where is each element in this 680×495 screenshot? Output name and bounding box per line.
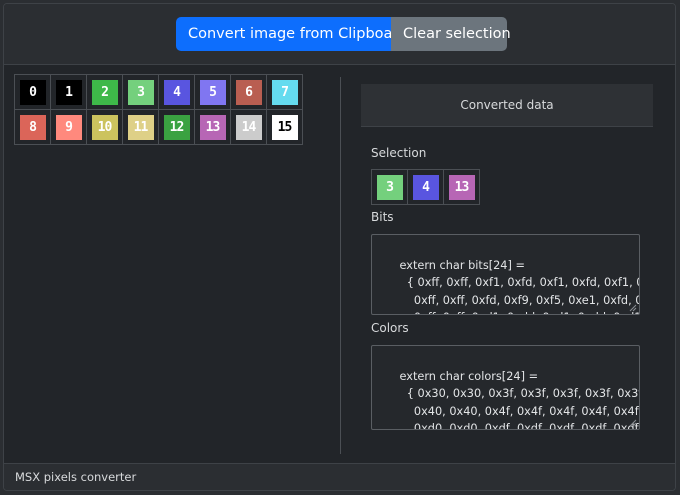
palette-tile-swatch: 6	[235, 79, 262, 105]
palette-tile-swatch: 15	[271, 114, 298, 140]
palette-tile-swatch: 14	[235, 114, 262, 140]
palette-tile-swatch: 9	[55, 114, 82, 140]
resize-handle-icon[interactable]	[629, 419, 637, 427]
colors-textarea[interactable]: extern char colors[24] = { 0x30, 0x30, 0…	[371, 345, 640, 430]
palette-tile-15[interactable]: 15	[267, 110, 303, 145]
palette-tile-7[interactable]: 7	[267, 75, 303, 110]
palette-tile-10[interactable]: 10	[87, 110, 123, 145]
palette-tile-swatch: 1	[55, 79, 82, 105]
selection-tile-13[interactable]: 13	[444, 170, 480, 205]
selection-tile-swatch: 4	[412, 174, 439, 200]
pane-divider	[340, 77, 341, 454]
palette-tile-swatch: 3	[127, 79, 154, 105]
palette-grid: 0 1 2 3 4 5 6 7 8 9 10 11 12 13 14 15	[14, 74, 303, 145]
palette-tile-swatch: 5	[199, 79, 226, 105]
palette-tile-4[interactable]: 4	[159, 75, 195, 110]
palette-tile-swatch: 4	[163, 79, 190, 105]
palette-tile-swatch: 12	[163, 114, 190, 140]
palette-tile-swatch: 8	[19, 114, 46, 140]
palette-tile-2[interactable]: 2	[87, 75, 123, 110]
palette-tile-swatch: 0	[19, 79, 46, 105]
palette-tile-8[interactable]: 8	[15, 110, 51, 145]
colors-code: extern char colors[24] = { 0x30, 0x30, 0…	[399, 369, 640, 430]
palette-tile-3[interactable]: 3	[123, 75, 159, 110]
bits-code: extern char bits[24] = { 0xff, 0xff, 0xf…	[399, 258, 639, 315]
footer: MSX pixels converter	[4, 463, 675, 490]
selection-tiles: 3 4 13	[371, 169, 480, 205]
palette-tile-swatch: 10	[91, 114, 118, 140]
palette-tile-12[interactable]: 12	[159, 110, 195, 145]
selection-tile-3[interactable]: 3	[372, 170, 408, 205]
palette-tile-swatch: 2	[91, 79, 118, 105]
toolbar: Convert image from Clipboard Clear selec…	[4, 4, 675, 65]
output-panel-title: Converted data	[361, 84, 653, 127]
selection-tile-swatch: 3	[376, 174, 403, 200]
palette-tile-9[interactable]: 9	[51, 110, 87, 145]
palette-tile-14[interactable]: 14	[231, 110, 267, 145]
footer-text: MSX pixels converter	[15, 470, 137, 484]
palette-tile-swatch: 7	[271, 79, 298, 105]
selection-tile-4[interactable]: 4	[408, 170, 444, 205]
colors-label: Colors	[371, 321, 409, 335]
palette-tile-swatch: 11	[127, 114, 154, 140]
palette-tile-1[interactable]: 1	[51, 75, 87, 110]
convert-from-clipboard-button[interactable]: Convert image from Clipboard	[176, 17, 407, 51]
output-pane: Converted data Selection 3 4 13 Bits exter…	[361, 84, 653, 430]
toolbar-button-group: Convert image from Clipboard Clear selec…	[176, 17, 511, 51]
palette-tile-11[interactable]: 11	[123, 110, 159, 145]
palette-tile-6[interactable]: 6	[231, 75, 267, 110]
app-window: Convert image from Clipboard Clear selec…	[3, 3, 676, 491]
clear-selection-button[interactable]: Clear selection	[391, 17, 511, 51]
palette-tile-5[interactable]: 5	[195, 75, 231, 110]
bits-label: Bits	[371, 210, 394, 224]
palette-pane: 0 1 2 3 4 5 6 7 8 9 10 11 12 13 14 15	[14, 74, 303, 145]
selection-tile-swatch: 13	[448, 174, 475, 200]
bits-textarea[interactable]: extern char bits[24] = { 0xff, 0xff, 0xf…	[371, 234, 640, 315]
palette-tile-0[interactable]: 0	[15, 75, 51, 110]
resize-handle-icon[interactable]	[629, 304, 637, 312]
palette-tile-swatch: 13	[199, 114, 226, 140]
palette-tile-13[interactable]: 13	[195, 110, 231, 145]
selection-label: Selection	[371, 146, 427, 160]
